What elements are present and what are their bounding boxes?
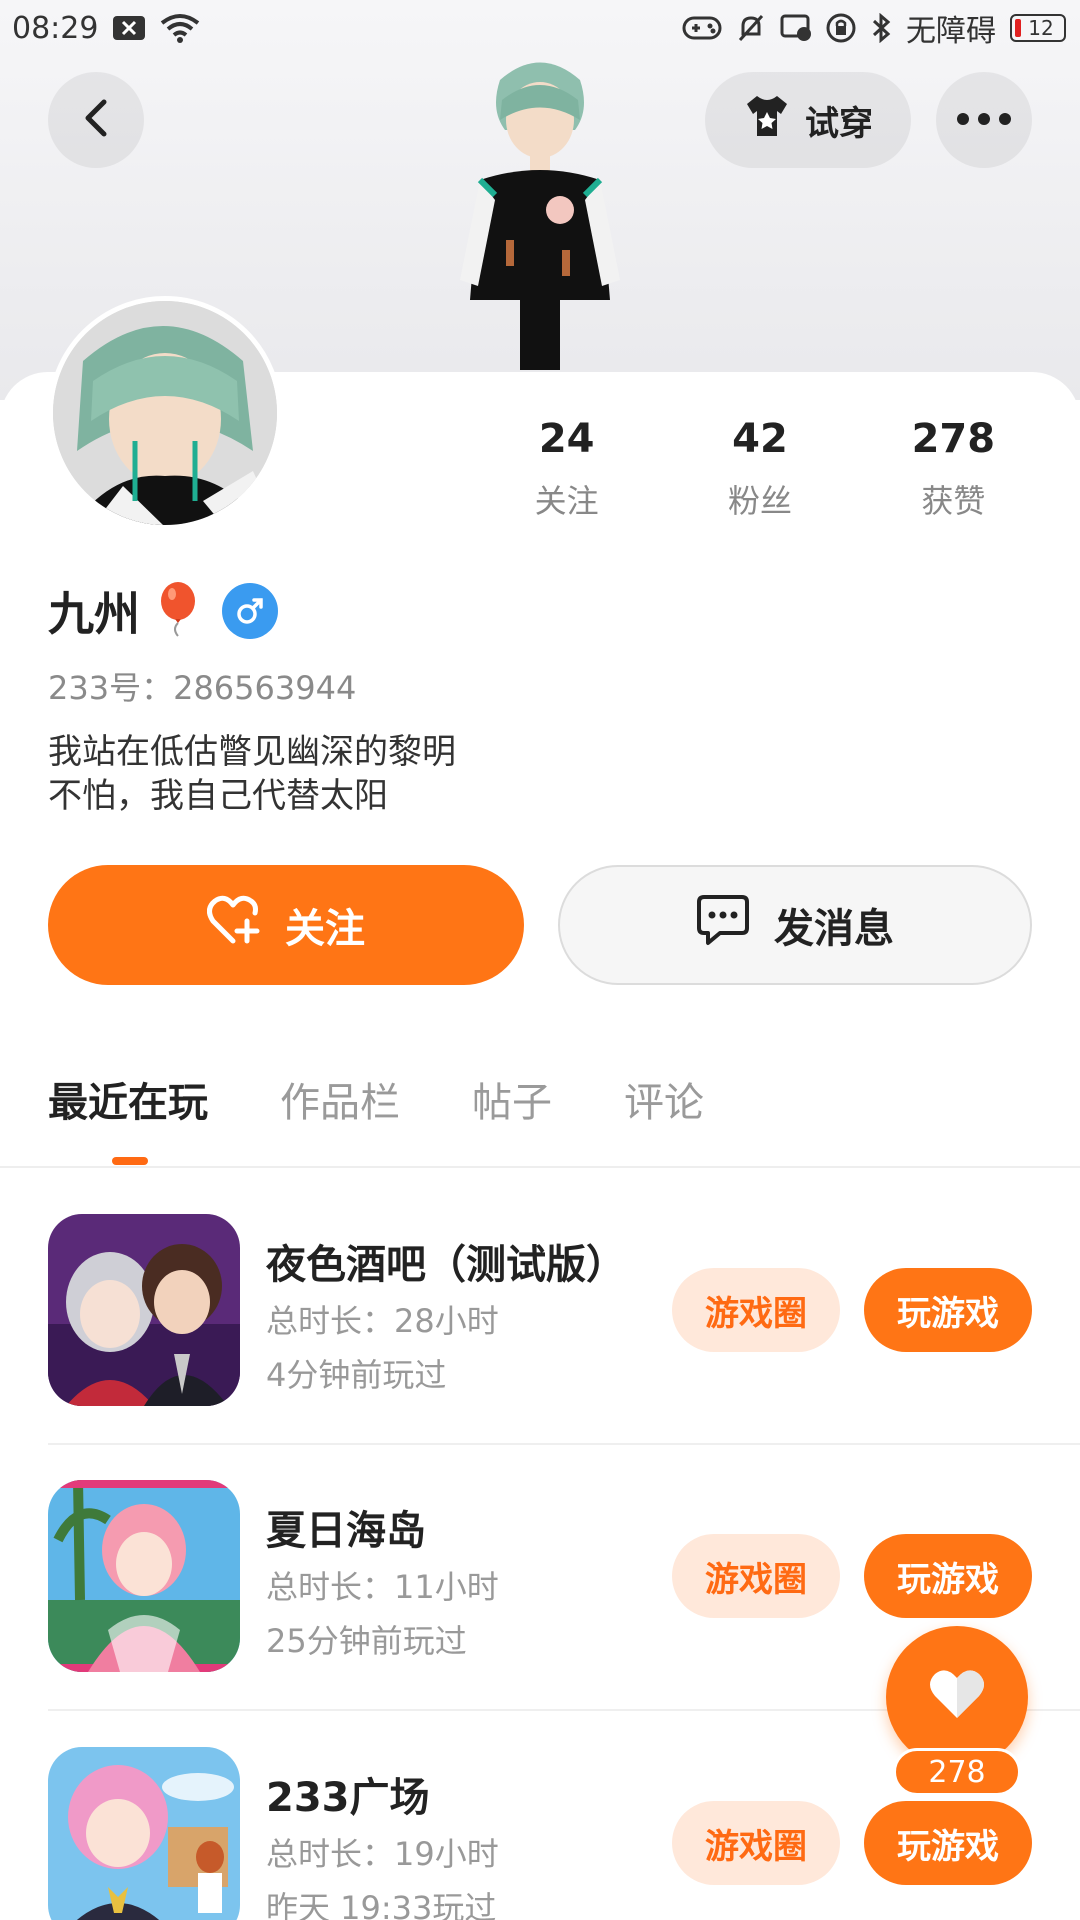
bio-line: 我站在低估瞥见幽深的黎明 [48,732,456,772]
play-game-button[interactable]: 玩游戏 [864,1534,1032,1618]
like-count-badge: 278 [893,1748,1021,1796]
send-message-button[interactable]: 发消息 [558,865,1032,985]
more-options-button[interactable] [936,72,1032,168]
avatar-character-illustration [440,50,640,370]
heart-plus-icon [207,895,263,955]
lock-icon [826,13,856,43]
battery-level: 12 [1028,16,1054,40]
tabs-divider [0,1166,1080,1168]
chevron-left-icon [82,98,110,142]
game-title: 233广场 [266,1775,430,1821]
follow-button[interactable]: 关注 [48,865,524,985]
game-list-item[interactable]: 夜色酒吧（测试版） 总时长：28小时 4分钟前玩过 游戏圈 玩游戏 [48,1214,1080,1406]
play-game-button[interactable]: 玩游戏 [864,1268,1032,1352]
balloon-icon [158,581,198,641]
stat-label: 获赞 [921,482,986,520]
back-button[interactable] [48,72,144,168]
stat-number: 24 [538,416,595,462]
notification-icon [112,15,146,41]
stat-likes[interactable]: 278 获赞 [857,416,1050,522]
stat-following[interactable]: 24 关注 [470,416,663,522]
heart-icon [927,1668,987,1726]
game-title: 夏日海岛 [266,1508,426,1554]
male-gender-icon [222,583,278,639]
game-title: 夜色酒吧（测试版） [266,1242,626,1288]
status-time: 08:29 [12,10,99,46]
game-thumbnail[interactable] [48,1480,240,1672]
game-duration: 总时长：28小时 [266,1302,499,1340]
user-name: 九州 [48,587,140,641]
status-right: 无障碍 12 [682,6,1066,50]
play-game-button[interactable]: 玩游戏 [864,1801,1032,1885]
wifi-icon [160,13,200,43]
active-tab-indicator [112,1157,148,1165]
stat-label: 关注 [534,482,599,520]
message-label: 发消息 [774,906,894,952]
gamepad-icon [682,14,722,42]
accessibility-label: 无障碍 [906,14,996,49]
game-thumbnail[interactable] [48,1747,240,1920]
more-dots-icon [956,111,1012,130]
bluetooth-icon [870,13,892,43]
game-last-played: 昨天 19:33玩过 [266,1889,497,1920]
message-block-icon [780,14,812,42]
chat-bubble-icon [696,894,750,956]
stat-label: 粉丝 [727,482,792,520]
name-row: 九州 [48,578,278,644]
stat-number: 278 [911,416,996,462]
follow-label: 关注 [285,906,365,952]
user-id: 233号：286563944 [48,669,357,707]
profile-stats: 24 关注 42 粉丝 278 获赞 [470,416,1050,522]
game-thumbnail[interactable] [48,1214,240,1406]
game-duration: 总时长：19小时 [266,1835,499,1873]
status-left: 08:29 [12,11,200,46]
profile-tabs: 最近在玩 作品栏 帖子 评论 [48,1070,704,1128]
mute-bell-icon [736,13,766,43]
tab-recent-play[interactable]: 最近在玩 [48,1070,208,1128]
game-circle-button[interactable]: 游戏圈 [672,1801,840,1885]
game-last-played: 4分钟前玩过 [266,1356,447,1394]
user-bio: 我站在低估瞥见幽深的黎明 不怕，我自己代替太阳 [48,730,456,818]
game-meta: 总时长：19小时 昨天 19:33玩过 [266,1827,499,1920]
stat-number: 42 [732,416,788,462]
game-circle-button[interactable]: 游戏圈 [672,1268,840,1352]
tab-posts[interactable]: 帖子 [472,1070,552,1128]
try-on-label: 试穿 [805,103,873,144]
row-divider [48,1443,1080,1445]
like-button[interactable] [886,1626,1028,1768]
battery-icon: 12 [1010,14,1066,42]
game-last-played: 25分钟前玩过 [266,1622,467,1660]
bio-line: 不怕，我自己代替太阳 [48,776,388,816]
tab-works[interactable]: 作品栏 [280,1070,400,1128]
game-circle-button[interactable]: 游戏圈 [672,1534,840,1618]
shirt-icon [743,94,791,147]
game-meta: 总时长：28小时 4分钟前玩过 [266,1294,499,1402]
game-meta: 总时长：11小时 25分钟前玩过 [266,1560,499,1668]
stat-fans[interactable]: 42 粉丝 [663,416,856,522]
tab-comments[interactable]: 评论 [624,1070,704,1128]
game-duration: 总时长：11小时 [266,1568,499,1606]
status-bar: 08:29 无障碍 12 [0,0,1080,56]
try-on-button[interactable]: 试穿 [705,72,911,168]
avatar[interactable] [48,296,282,530]
